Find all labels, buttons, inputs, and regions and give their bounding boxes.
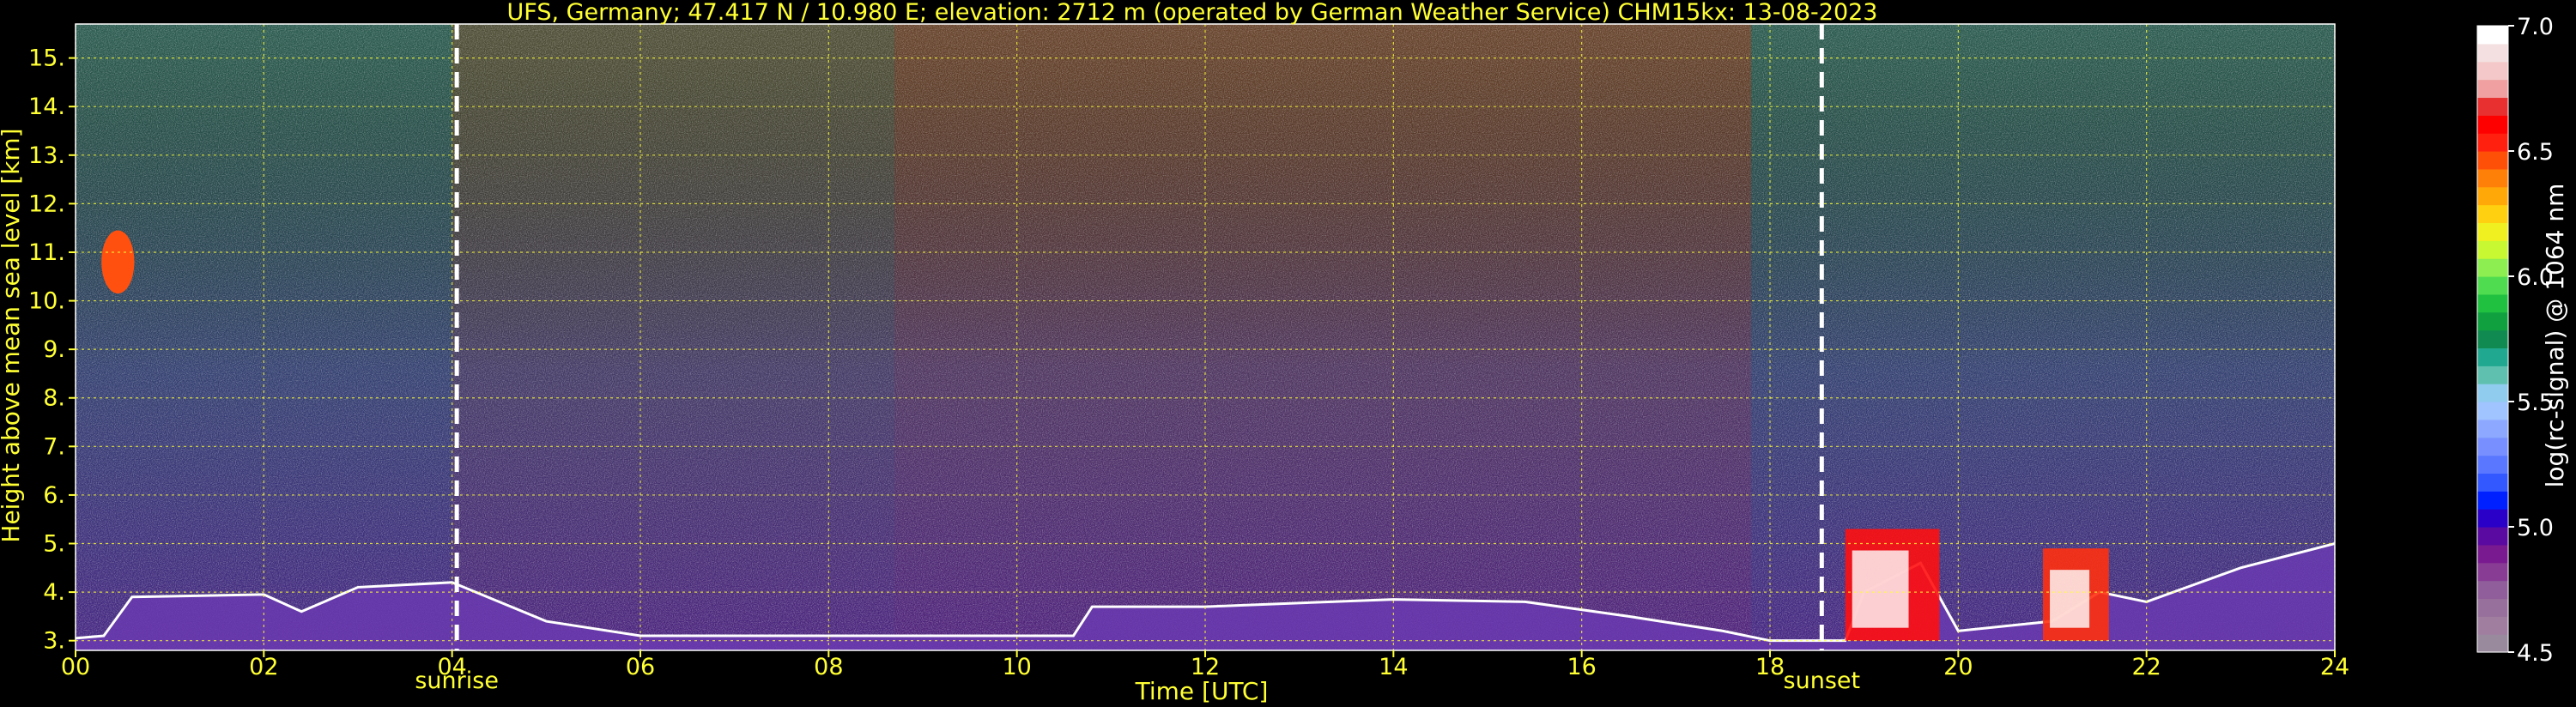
colorbar-segment: [2477, 455, 2508, 474]
colorbar-segment: [2477, 527, 2508, 546]
colorbar-segment: [2477, 133, 2508, 152]
colorbar-segment: [2477, 491, 2508, 510]
x-tick-label: 22: [2131, 654, 2161, 680]
colorbar-segment: [2477, 473, 2508, 492]
colorbar-segment: [2477, 43, 2508, 63]
colorbar-segment: [2477, 97, 2508, 116]
colorbar-segment: [2477, 634, 2508, 653]
x-tick-label: 00: [61, 654, 90, 680]
colorbar-segment: [2477, 384, 2508, 402]
x-tick-label: 16: [1567, 654, 1596, 680]
cirrus-cloud-1: [101, 230, 135, 294]
colorbar-segment: [2477, 509, 2508, 528]
x-tick-label: 20: [1943, 654, 1973, 680]
colorbar-label: log(rc-signal) @ 1064 nm: [2541, 184, 2569, 488]
x-tick-label: 06: [626, 654, 655, 680]
colorbar-segment: [2477, 366, 2508, 384]
colorbar-segment: [2477, 79, 2508, 99]
y-tick-label: 5.: [43, 531, 65, 558]
colorbar-segment: [2477, 437, 2508, 456]
colorbar-segment: [2477, 276, 2508, 295]
colorbar-segment: [2477, 26, 2508, 45]
colorbar-segment: [2477, 347, 2508, 366]
y-tick-label: 9.: [43, 336, 65, 363]
colorbar-segment: [2477, 419, 2508, 438]
x-tick-label: 10: [1002, 654, 1031, 680]
colorbar-segment: [2477, 222, 2508, 241]
colorbar-tick-label: 7.0: [2517, 14, 2554, 40]
colorbar-segment: [2477, 329, 2508, 349]
y-tick-label: 15.: [28, 45, 65, 72]
x-tick-label: 18: [1755, 654, 1785, 680]
colorbar-segment: [2477, 598, 2508, 617]
colorbar-segment: [2477, 311, 2508, 331]
y-tick-label: 6.: [43, 482, 65, 509]
x-tick-label: 04: [437, 654, 466, 680]
colorbar-segment: [2477, 61, 2508, 81]
y-tick-label: 4.: [43, 579, 65, 606]
colorbar-segment: [2477, 402, 2508, 420]
colorbar-tick-label: 5.0: [2517, 515, 2554, 541]
y-tick-label: 3.: [43, 628, 65, 655]
low-cloud-core-3: [2050, 570, 2090, 628]
x-tick-label: 02: [249, 654, 278, 680]
colorbar-tick-label: 4.5: [2517, 640, 2554, 667]
colorbar-segment: [2477, 186, 2508, 206]
y-tick-label: 11.: [28, 239, 65, 266]
y-tick-label: 7.: [43, 433, 65, 460]
y-tick-label: 14.: [28, 94, 65, 120]
colorbar-segment: [2477, 240, 2508, 259]
x-tick-label: 24: [2320, 654, 2349, 680]
chart-title: UFS, Germany; 47.417 N / 10.980 E; eleva…: [507, 0, 1878, 26]
y-tick-label: 12.: [28, 190, 65, 217]
ceilometer-chart: sunrise sunset 00 02 04 06 08 10 12 14 16 18 20 22 24…: [0, 0, 2569, 705]
colorbar-segment: [2477, 115, 2508, 134]
colorbar-segment: [2477, 616, 2508, 635]
y-tick-label: 13.: [28, 142, 65, 169]
colorbar-segment: [2477, 151, 2508, 170]
x-tick-label: 08: [814, 654, 843, 680]
x-axis-label: Time [UTC]: [1135, 677, 1269, 705]
y-tick-label: 8.: [43, 385, 65, 412]
colorbar-segment: [2477, 204, 2508, 224]
sunset-label: sunset: [1784, 668, 1861, 694]
colorbar-segment: [2477, 544, 2508, 564]
colorbar-segment: [2477, 580, 2508, 600]
colorbar-segment: [2477, 562, 2508, 582]
x-tick-label: 14: [1379, 654, 1408, 680]
colorbar-segment: [2477, 168, 2508, 188]
y-tick-label: 10.: [28, 288, 65, 315]
colorbar-segment: [2477, 293, 2508, 313]
colorbar-segment: [2477, 258, 2508, 277]
y-axis-label: Height above mean sea level [km]: [0, 128, 25, 542]
low-cloud-core-2: [1852, 550, 1909, 628]
colorbar-tick-label: 6.5: [2517, 139, 2554, 166]
